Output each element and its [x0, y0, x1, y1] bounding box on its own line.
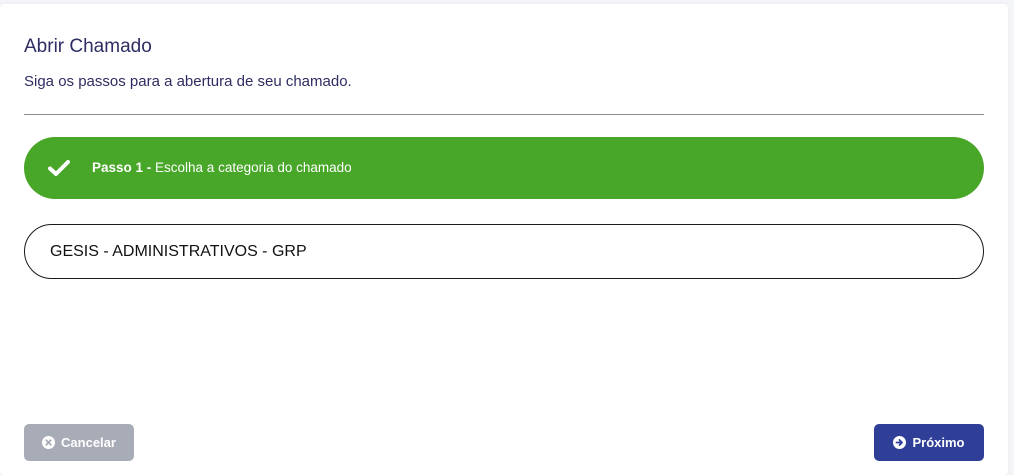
check-icon: [48, 157, 70, 179]
next-button[interactable]: Próximo: [874, 424, 984, 461]
next-label: Próximo: [912, 435, 965, 450]
page-title: Abrir Chamado: [24, 36, 152, 57]
page-subtitle: Siga os passos para a abertura de seu ch…: [24, 73, 352, 90]
times-circle-icon: [42, 436, 56, 449]
cancel-label: Cancelar: [61, 435, 116, 450]
step-description: Escolha a categoria do chamado: [151, 160, 352, 175]
category-option[interactable]: GESIS - ADMINISTRATIVOS - GRP: [24, 224, 984, 279]
step-1-header[interactable]: Passo 1 - Escolha a categoria do chamado: [24, 137, 984, 199]
arrow-circle-right-icon: [893, 436, 907, 449]
step-number: Passo 1 -: [92, 160, 152, 175]
cancel-button[interactable]: Cancelar: [24, 424, 134, 461]
category-label: GESIS - ADMINISTRATIVOS - GRP: [50, 242, 307, 260]
step-label: Passo 1 - Escolha a categoria do chamado: [92, 160, 352, 176]
main-card: Abrir Chamado Siga os passos para a aber…: [0, 4, 1008, 475]
divider: [24, 114, 984, 115]
